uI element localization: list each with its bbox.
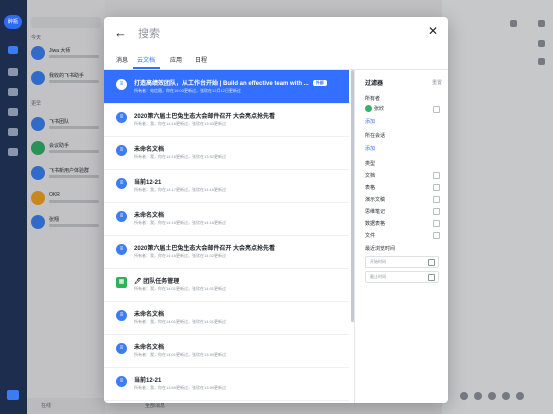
search-header: ← ✕ [104,17,448,49]
result-meta: 所有者：我，你在14:01更新过，张欣在14:01更新过 [134,286,227,291]
result-meta: 所有者：我，你在13:59更新过，张欣在13:59更新过 [134,385,227,390]
type-checkbox-doc[interactable] [433,172,440,179]
result-item[interactable]: ≡ 未命名文档 所有者：我，你在14:01更新过，张欣在14:01更新过 [104,301,349,335]
result-meta: 所有者：电信聂，你在16:03更新过，张欣在12月12日更新过 [134,88,241,93]
result-item[interactable]: ≡ 未命名文档 所有者：我，你在14:16更新过，张欣在13:52更新过 [104,136,349,170]
result-title: 当前12-21 [134,180,162,186]
chat-heading: 所在会话 [365,133,386,139]
type-option-mindnote: 思维笔记 [365,209,386,215]
calendar-icon [428,274,435,281]
workplace-nav-icon[interactable] [8,128,18,136]
result-title: 🖊 团队任务管理 [134,279,180,285]
result-meta: 所有者：我，你在14:01更新过，张欣在14:01更新过 [134,319,227,324]
result-title: 未命名文档 [134,147,165,153]
result-item[interactable]: ≡ 2020第六届土巴兔生态大会邮件召开 大会亮点抢先看 所有者：我，你在14:… [104,235,349,269]
doc-icon: ≡ [116,211,127,222]
type-heading: 类型 [365,161,376,167]
tab-apps[interactable]: 应用 [170,55,182,64]
doc-icon: ≡ [116,343,127,354]
result-meta: 所有者：我，你在14:16更新过，张欣在14:16更新过 [134,220,227,225]
docs-nav-icon[interactable] [8,88,18,96]
result-meta: 所有者：我，你在14:16更新过，张欣在13:53更新过 [134,121,227,126]
calendar-icon [428,259,435,266]
external-badge: 外部 [312,80,327,86]
apps-nav-icon[interactable] [8,148,18,156]
owner-checkbox[interactable] [433,106,440,113]
result-item[interactable]: ▦ 🖊 团队任务管理 所有者：我，你在14:01更新过，张欣在14:01更新过 [104,268,349,302]
sheet-icon: ▦ [116,277,127,288]
result-item[interactable]: ≡ 当前12-21 所有者：我，你在14:17更新过，张欣在14:16更新过 [104,169,349,203]
doc-icon: ≡ [116,376,127,387]
doc-icon: ≡ [116,79,127,90]
result-title: 打造高绩效团队，从工作台开始 | Build an effective team… [134,81,309,87]
result-meta: 所有者：我，你在14:01更新过，张欣在13:59更新过 [134,352,227,357]
type-option-bitable: 数据表格 [365,221,386,227]
result-title: 未命名文档 [134,345,165,351]
result-item[interactable]: ≡ 2020第六届土巴兔生态大会邮件召开 大会亮点抢先看 所有者：我，你在14:… [104,103,349,137]
user-avatar[interactable]: 醉瓶 [4,15,22,29]
calendar-nav-icon[interactable] [8,68,18,76]
doc-icon: ≡ [116,178,127,189]
end-date-field[interactable]: 截止时间 [365,271,439,283]
result-meta: 所有者：我，你在14:16更新过，张欣在14:02更新过 [134,253,227,258]
contacts-nav-icon[interactable] [8,108,18,116]
type-checkbox-slides[interactable] [433,196,440,203]
doc-icon: ≡ [116,244,127,255]
doc-icon: ≡ [116,145,127,156]
start-date-field[interactable]: 开始时间 [365,256,439,268]
chat-add-link[interactable]: 添加 [365,145,375,152]
chat-nav-icon[interactable] [8,46,18,54]
result-title: 未命名文档 [134,312,165,318]
result-item[interactable]: ≡ 当前12-21 所有者：我，你在13:59更新过，张欣在13:59更新过 [104,367,349,401]
type-option-file: 文件 [365,233,376,239]
result-meta: 所有者：我，你在14:16更新过，张欣在13:52更新过 [134,154,227,159]
result-title: 当前12-21 [134,378,162,384]
owner-heading: 所有者 [365,96,381,102]
result-title: 2020第六届土巴兔生态大会邮件召开 大会亮点抢先看 [134,114,276,120]
type-checkbox-bitable[interactable] [433,220,440,227]
type-option-sheet: 表格 [365,185,376,191]
owner-chip: 张欣 [365,105,384,112]
doc-icon: ≡ [116,112,127,123]
result-meta: 所有者：我，你在14:17更新过，张欣在14:16更新过 [134,187,227,192]
search-tabs: 消息 云文档 应用 日程 [104,50,448,70]
tab-docs[interactable]: 云文档 [137,55,155,64]
result-title: 2020第六届土巴兔生态大会邮件召开 大会亮点抢先看 [134,246,276,252]
arrow-left-icon[interactable]: ← [114,25,127,40]
type-option-slides: 演示文稿 [365,197,386,203]
doc-icon: ≡ [116,310,127,321]
type-checkbox-sheet[interactable] [433,184,440,191]
time-heading: 最近浏览时间 [365,246,396,252]
results-list: ≡ 打造高绩效团队，从工作台开始 | Build an effective te… [104,70,351,403]
result-item[interactable]: ≡ 未命名文档 所有者：我，你在14:16更新过，张欣在14:16更新过 [104,202,349,236]
owner-add-link[interactable]: 添加 [365,118,375,125]
search-input[interactable] [136,23,410,45]
reset-button[interactable]: 重置 [432,79,442,86]
result-item[interactable]: ≡ 打造高绩效团队，从工作台开始 | Build an effective te… [104,70,349,104]
filter-title: 过滤器 [365,81,384,87]
type-option-doc: 文档 [365,173,376,179]
type-checkbox-file[interactable] [433,232,440,239]
filter-panel: 过滤器 重置 所有者 张欣 添加 所在会话 添加 类型 文档 表格 演示文稿 思… [354,70,448,403]
active-tab-indicator [133,67,160,69]
result-item[interactable]: ≡ 未命名文档 所有者：我，你在14:01更新过，张欣在13:59更新过 [104,334,349,368]
type-checkbox-mindnote[interactable] [433,208,440,215]
search-modal: ← ✕ 消息 云文档 应用 日程 ≡ 打造高绩效团队，从工作台开始 | Buil… [104,17,448,403]
result-title: 未命名文档 [134,213,165,219]
app-rail: 醉瓶 [0,0,27,414]
close-icon[interactable]: ✕ [428,24,438,38]
tab-calendar[interactable]: 日程 [195,55,207,64]
tab-messages[interactable]: 消息 [116,55,128,64]
avatar [365,105,372,112]
profile-nav-icon[interactable] [7,390,19,400]
